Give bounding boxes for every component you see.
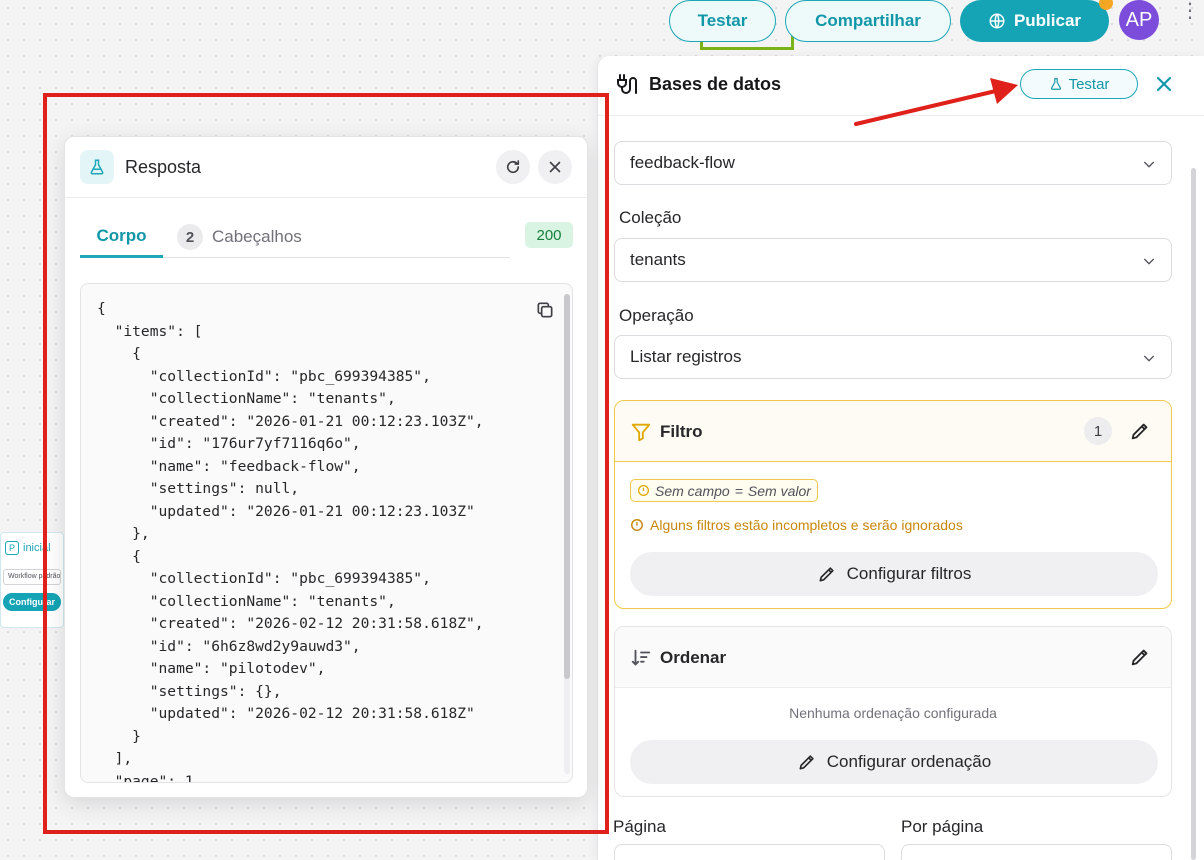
status-badge: 200 [525,222,573,248]
code-scrollbar[interactable] [564,294,570,774]
chevron-down-icon [1143,161,1155,168]
copy-button[interactable] [533,298,557,322]
close-icon [549,161,561,173]
refresh-button[interactable] [496,150,530,184]
response-body[interactable]: { "items": [ { "collectionId": "pbc_6993… [80,283,573,783]
panel-header: Bases de datos Testar [598,56,1204,116]
configure-sort-label: Configurar ordenação [826,752,992,771]
collection-value: tenants [630,250,686,269]
collection-select[interactable]: tenants [614,238,1172,282]
pencil-icon[interactable] [1129,420,1151,442]
tab-body[interactable]: Corpo [80,216,163,258]
response-tabs: Corpo 2 Cabeçalhos [80,216,510,258]
operation-select[interactable]: Listar registros [614,335,1172,379]
tab-headers[interactable]: 2 Cabeçalhos [177,216,302,258]
headers-count-badge: 2 [177,224,203,250]
response-panel: Resposta Corpo 2 Cabeçalhos 200 { "items… [64,136,588,798]
filter-warning-text: Alguns filtros estão incompletos e serão… [650,517,963,533]
response-json: { "items": [ { "collectionId": "pbc_6993… [97,300,484,783]
filter-title: Filtro [660,422,703,441]
chip-value: Sem valor [747,482,811,499]
more-options-icon[interactable]: ⋮ [1180,1,1200,38]
globe-icon [989,13,1005,29]
panel-testar-label: Testar [1068,75,1110,93]
code-scrollbar-thumb[interactable] [564,294,570,679]
workflow-node[interactable]: P inicial Workflow padrão Configurar [0,532,64,628]
node-header: P inicial [1,533,63,555]
page-label: Página [613,817,666,836]
pencil-icon[interactable] [1129,646,1151,668]
configure-filters-button[interactable]: Configurar filtros [630,552,1158,596]
operation-value: Listar registros [630,347,742,366]
database-select[interactable]: feedback-flow [614,141,1172,185]
node-input[interactable]: Workflow padrão [3,569,61,585]
panel-scrollbar[interactable] [1191,168,1196,860]
flask-icon [90,159,104,175]
pencil-icon [799,755,814,770]
panel-testar-button[interactable]: Testar [1020,69,1138,99]
chevron-down-icon [1143,355,1155,362]
flask-icon [1050,78,1061,90]
per-page-label: Por página [901,817,984,836]
chevron-down-icon [1143,258,1155,265]
sort-card: Ordenar Nenhuma ordenação configurada Co… [614,626,1172,797]
response-title: Resposta [125,157,202,177]
publicar-button[interactable]: Publicar [960,0,1109,42]
plug-icon [617,74,637,94]
configure-filters-label: Configurar filtros [846,564,972,583]
avatar[interactable]: AP [1119,0,1159,40]
node-configure-button[interactable]: Configurar [3,593,61,611]
alert-circle-icon [637,484,650,497]
filter-card: Filtro 1 Sem campo = Sem valor Alguns fi… [614,400,1172,609]
node-title: inicial [23,542,51,554]
pencil-icon [819,567,834,582]
page-input[interactable] [614,844,885,860]
sort-empty-text: Nenhuma ordenação configurada [789,705,997,721]
tab-headers-label: Cabeçalhos [212,227,302,246]
collection-label: Coleção [619,208,682,227]
filter-warning: Alguns filtros estão incompletos e serão… [630,517,963,533]
flask-badge [80,150,114,184]
operation-label: Operação [619,306,694,325]
notification-dot [1099,0,1113,10]
funnel-icon [631,423,651,442]
close-response-button[interactable] [538,150,572,184]
refresh-icon [506,160,520,174]
database-value: feedback-flow [630,153,735,172]
filter-header: Filtro 1 [615,401,1171,462]
chip-operator: = [734,482,743,499]
sort-title: Ordenar [660,648,727,667]
alert-circle-icon [631,519,643,531]
compartilhar-button[interactable]: Compartilhar [785,0,951,42]
testar-button[interactable]: Testar [669,0,776,42]
panel-title: Bases de datos [649,74,782,94]
close-icon[interactable] [1152,72,1176,96]
database-panel: Bases de datos Testar feedback-flow Cole… [597,56,1204,860]
per-page-input[interactable] [901,844,1172,860]
response-header: Resposta [65,137,587,198]
chip-field: Sem campo [655,482,730,499]
filter-count-badge: 1 [1084,417,1112,445]
sort-header: Ordenar [615,627,1171,688]
publicar-label: Publicar [1013,11,1082,30]
sort-descending-icon [631,649,651,666]
node-type-icon: P [5,541,19,555]
filter-chip[interactable]: Sem campo = Sem valor [630,479,818,502]
configure-sort-button[interactable]: Configurar ordenação [630,740,1158,784]
copy-icon [537,302,553,318]
